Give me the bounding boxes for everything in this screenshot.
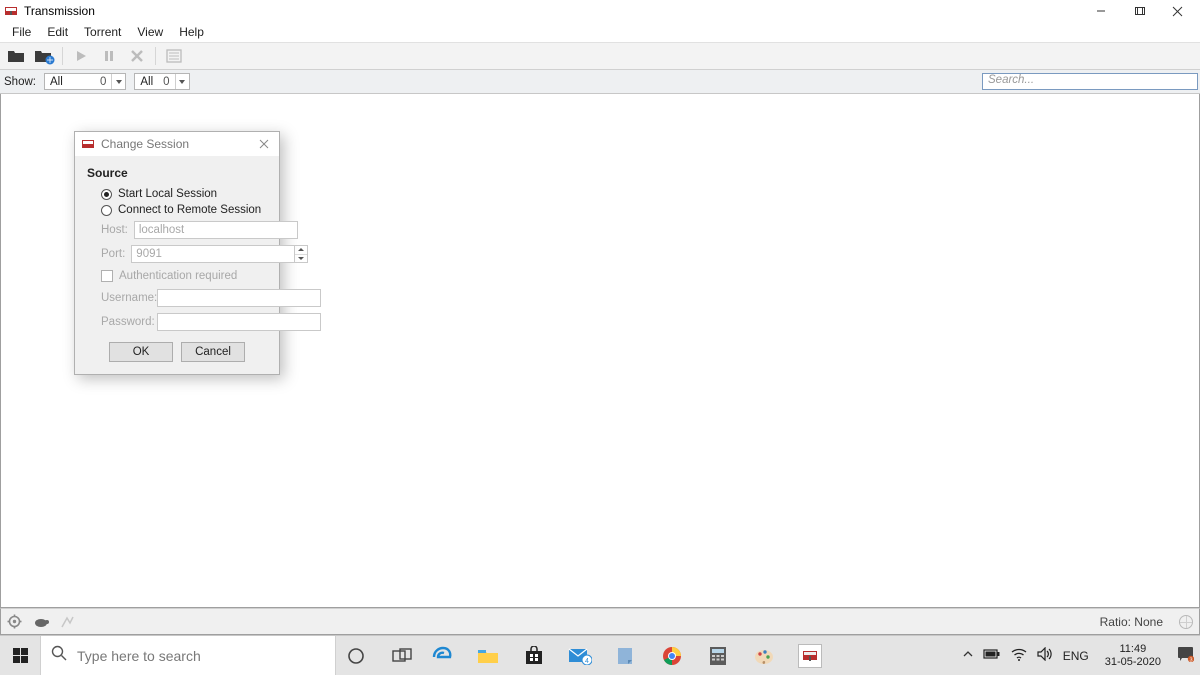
remove-button[interactable] xyxy=(125,45,149,67)
network-status-icon[interactable] xyxy=(1179,615,1193,629)
settings-icon[interactable] xyxy=(7,614,22,629)
menubar: File Edit Torrent View Help xyxy=(0,22,1200,42)
tray-wifi-icon[interactable] xyxy=(1011,648,1027,664)
transmission-taskbar-icon[interactable] xyxy=(798,644,822,668)
username-label: Username: xyxy=(101,292,151,304)
menu-torrent[interactable]: Torrent xyxy=(76,23,129,41)
menu-view[interactable]: View xyxy=(129,23,171,41)
svg-text:4: 4 xyxy=(585,658,589,665)
show-label: Show: xyxy=(2,76,36,88)
filter-status-combo[interactable]: All 0 xyxy=(44,73,126,90)
auth-required-checkbox[interactable]: Authentication required xyxy=(87,266,267,286)
close-button[interactable] xyxy=(1158,0,1196,22)
svg-text:3: 3 xyxy=(1189,657,1192,662)
chrome-icon[interactable] xyxy=(660,644,684,668)
cancel-button[interactable]: Cancel xyxy=(181,342,245,362)
filter-tracker-combo[interactable]: All 0 xyxy=(134,73,189,90)
paint-icon[interactable] xyxy=(752,644,776,668)
password-input[interactable] xyxy=(157,313,321,331)
edge-icon[interactable] xyxy=(430,644,454,668)
host-input[interactable] xyxy=(134,221,298,239)
username-input[interactable] xyxy=(157,289,321,307)
maximize-button[interactable] xyxy=(1120,0,1158,22)
open-torrent-button[interactable] xyxy=(4,45,28,67)
ratio-label: Ratio: None xyxy=(1100,615,1163,629)
notes-icon[interactable] xyxy=(614,644,638,668)
task-view-icon[interactable] xyxy=(344,644,368,668)
tray-action-center-icon[interactable]: 3 xyxy=(1177,646,1194,665)
filterbar: Show: All 0 All 0 xyxy=(0,70,1200,94)
radio-remote-session[interactable]: Connect to Remote Session xyxy=(87,202,267,218)
tray-volume-icon[interactable] xyxy=(1037,647,1053,664)
menu-file[interactable]: File xyxy=(4,23,39,41)
start-button[interactable] xyxy=(69,45,93,67)
host-label: Host: xyxy=(101,224,128,236)
port-spinner[interactable] xyxy=(294,245,308,263)
taskbar: Type here to search 4 ENG 11:49 31-05-20… xyxy=(0,635,1200,675)
explorer-icon[interactable] xyxy=(476,644,500,668)
ok-button[interactable]: OK xyxy=(109,342,173,362)
store-icon[interactable] xyxy=(522,644,546,668)
window-title: Transmission xyxy=(24,4,95,18)
statusbar: Ratio: None xyxy=(0,608,1200,635)
cortana-icon[interactable] xyxy=(390,644,414,668)
taskbar-search[interactable]: Type here to search xyxy=(40,636,336,675)
window-titlebar: Transmission xyxy=(0,0,1200,22)
dialog-close-button[interactable] xyxy=(255,137,273,152)
open-url-button[interactable] xyxy=(32,45,56,67)
pause-button[interactable] xyxy=(97,45,121,67)
compact-view-icon[interactable] xyxy=(60,615,75,629)
checkbox-icon xyxy=(101,270,113,282)
torrent-list: Change Session Source Start Local Sessio… xyxy=(0,94,1200,608)
menu-edit[interactable]: Edit xyxy=(39,23,76,41)
change-session-dialog: Change Session Source Start Local Sessio… xyxy=(74,131,280,375)
start-button[interactable] xyxy=(0,636,40,675)
tray-clock[interactable]: 11:49 31-05-2020 xyxy=(1099,643,1167,667)
radio-icon xyxy=(101,189,112,200)
password-label: Password: xyxy=(101,316,151,328)
mail-icon[interactable]: 4 xyxy=(568,644,592,668)
tray-power-icon[interactable] xyxy=(983,648,1001,663)
properties-button[interactable] xyxy=(162,45,186,67)
radio-icon xyxy=(101,205,112,216)
tray-lang[interactable]: ENG xyxy=(1063,649,1089,663)
port-input[interactable] xyxy=(131,245,294,263)
turtle-mode-icon[interactable] xyxy=(32,616,50,628)
source-heading: Source xyxy=(87,166,267,180)
search-input[interactable] xyxy=(982,73,1198,90)
search-icon xyxy=(51,645,67,666)
radio-local-session[interactable]: Start Local Session xyxy=(87,186,267,202)
dialog-title: Change Session xyxy=(101,137,189,151)
port-label: Port: xyxy=(101,248,125,260)
menu-help[interactable]: Help xyxy=(171,23,212,41)
app-icon xyxy=(4,4,18,18)
toolbar xyxy=(0,42,1200,70)
dialog-icon xyxy=(81,137,95,151)
minimize-button[interactable] xyxy=(1082,0,1120,22)
tray-chevron-icon[interactable] xyxy=(963,649,973,662)
calculator-icon[interactable] xyxy=(706,644,730,668)
